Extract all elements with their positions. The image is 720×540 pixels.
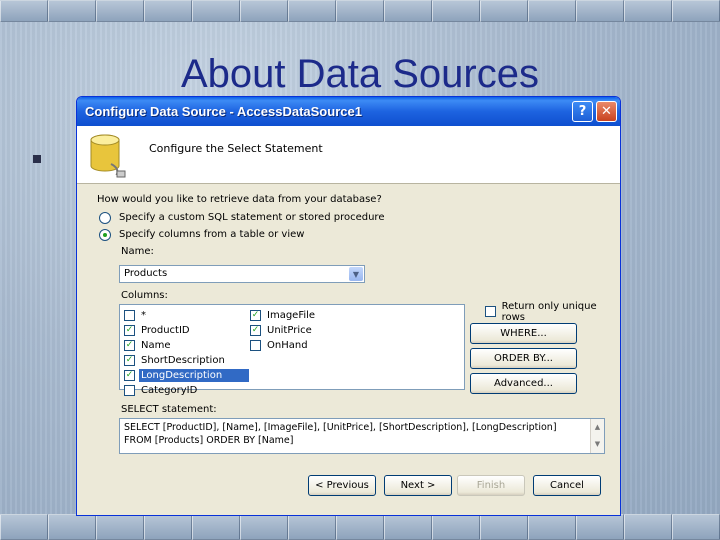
previous-button[interactable]: < Previous bbox=[308, 475, 376, 496]
sql-statement-label: SELECT statement: bbox=[121, 404, 217, 415]
wizard-step-title: Configure the Select Statement bbox=[149, 142, 323, 155]
name-label: Name: bbox=[121, 246, 154, 257]
column-checkbox[interactable]: ✓ bbox=[124, 370, 135, 381]
column-label: CategoryID bbox=[141, 385, 198, 396]
wizard-body: How would you like to retrieve data from… bbox=[77, 184, 620, 515]
table-name-select[interactable]: Products ▼ bbox=[119, 265, 365, 283]
column-label: ShortDescription bbox=[141, 355, 225, 366]
wizard-header: Configure the Select Statement bbox=[77, 126, 620, 184]
columns-label: Columns: bbox=[121, 290, 168, 301]
column-checkbox[interactable]: ✓ bbox=[124, 340, 135, 351]
bottom-tile-strip bbox=[0, 514, 720, 540]
column-item-name[interactable]: ✓ Name bbox=[124, 338, 173, 353]
column-item-productid[interactable]: ✓ ProductID bbox=[124, 323, 192, 338]
where-button[interactable]: WHERE... bbox=[470, 323, 577, 344]
columns-list: * ✓ ProductID ✓ Name ✓ ShortDescription ✓ Lo… bbox=[119, 304, 465, 396]
close-icon: ✕ bbox=[601, 104, 612, 119]
column-checkbox[interactable]: ✓ bbox=[124, 355, 135, 366]
column-checkbox[interactable]: ✓ bbox=[250, 310, 261, 321]
column-checkbox[interactable] bbox=[124, 385, 135, 396]
column-item-shortdescription[interactable]: ✓ ShortDescription bbox=[124, 353, 227, 368]
unique-rows-label: Return only unique rows bbox=[501, 300, 597, 323]
sql-statement-text: SELECT [ProductID], [Name], [ImageFile],… bbox=[124, 422, 557, 446]
specify-columns-radio[interactable] bbox=[99, 229, 111, 241]
finish-button[interactable]: Finish bbox=[457, 475, 525, 496]
column-item-onhand[interactable]: OnHand bbox=[250, 338, 310, 353]
dialog-titlebar[interactable]: Configure Data Source - AccessDataSource… bbox=[77, 97, 620, 126]
column-checkbox[interactable] bbox=[250, 340, 261, 351]
sql-scrollbar[interactable]: ▲ ▼ bbox=[590, 419, 604, 453]
advanced-button[interactable]: Advanced... bbox=[470, 373, 577, 394]
column-item-longdescription[interactable]: ✓ LongDescription bbox=[124, 368, 249, 383]
column-item-star[interactable]: * bbox=[124, 308, 148, 323]
help-button[interactable]: ? bbox=[572, 101, 593, 122]
column-checkbox[interactable] bbox=[124, 310, 135, 321]
cancel-button[interactable]: Cancel bbox=[533, 475, 601, 496]
retrieve-question: How would you like to retrieve data from… bbox=[97, 194, 382, 205]
column-label: ProductID bbox=[141, 325, 190, 336]
column-label: UnitPrice bbox=[267, 325, 312, 336]
specify-columns-label[interactable]: Specify columns from a table or view bbox=[119, 229, 304, 240]
column-checkbox[interactable]: ✓ bbox=[124, 325, 135, 336]
table-name-value: Products bbox=[124, 268, 168, 279]
custom-sql-radio[interactable] bbox=[99, 212, 111, 224]
column-item-unitprice[interactable]: ✓ UnitPrice bbox=[250, 323, 314, 338]
column-checkbox[interactable]: ✓ bbox=[250, 325, 261, 336]
column-label: * bbox=[141, 310, 146, 321]
unique-rows-option[interactable]: Return only unique rows bbox=[485, 301, 620, 323]
order-by-button[interactable]: ORDER BY... bbox=[470, 348, 577, 369]
custom-sql-label[interactable]: Specify a custom SQL statement or stored… bbox=[119, 212, 384, 223]
unique-rows-checkbox[interactable] bbox=[485, 306, 496, 317]
column-item-categoryid[interactable]: CategoryID bbox=[124, 383, 199, 398]
slide-title: About Data Sources bbox=[181, 52, 539, 96]
database-icon bbox=[90, 134, 126, 178]
next-button[interactable]: Next > bbox=[384, 475, 452, 496]
close-button[interactable]: ✕ bbox=[596, 101, 617, 122]
configure-data-source-dialog: Configure Data Source - AccessDataSource… bbox=[76, 96, 621, 516]
bullet-icon bbox=[33, 155, 41, 163]
dialog-title: Configure Data Source - AccessDataSource… bbox=[85, 104, 362, 119]
column-label: ImageFile bbox=[267, 310, 316, 321]
help-icon: ? bbox=[578, 104, 587, 119]
column-label: Name bbox=[141, 340, 171, 351]
column-label: OnHand bbox=[267, 340, 308, 351]
column-label: LongDescription bbox=[139, 369, 249, 382]
chevron-down-icon[interactable]: ▼ bbox=[349, 267, 363, 281]
column-item-imagefile[interactable]: ✓ ImageFile bbox=[250, 308, 317, 323]
top-tile-strip bbox=[0, 0, 720, 22]
sql-statement-box[interactable]: SELECT [ProductID], [Name], [ImageFile],… bbox=[119, 418, 605, 454]
